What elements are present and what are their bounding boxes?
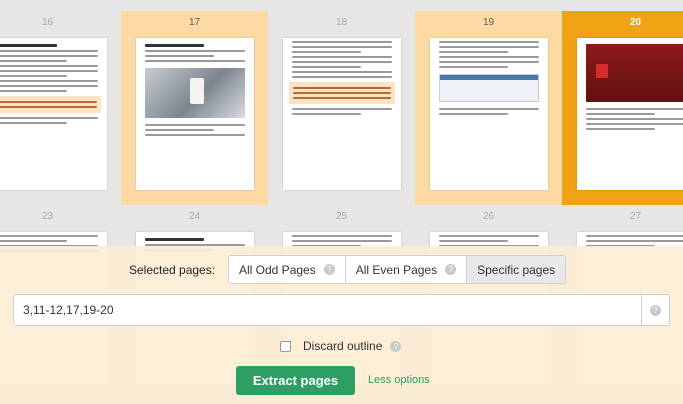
page-thumbnail-18[interactable]: 18: [268, 11, 415, 205]
page-number: 27: [629, 211, 642, 222]
page-number: 19: [482, 17, 495, 28]
screenshot-thumbnail: [439, 74, 539, 102]
all-even-pages-button[interactable]: All Even Pages ?: [344, 256, 466, 283]
discard-outline-option[interactable]: Discard outline ?: [280, 339, 402, 353]
page-number: 25: [335, 211, 348, 222]
help-icon[interactable]: ?: [445, 264, 457, 275]
screenshot-thumbnail: [586, 44, 683, 102]
page-preview: [577, 38, 683, 190]
page-number: 20: [629, 17, 642, 28]
help-icon[interactable]: ?: [323, 264, 335, 275]
selected-pages-label: Selected pages:: [129, 263, 216, 277]
page-thumbnail-17[interactable]: 17: [121, 11, 268, 205]
help-icon[interactable]: ?: [390, 340, 402, 352]
help-icon[interactable]: ?: [650, 304, 661, 316]
page-preview: [0, 38, 107, 190]
specific-pages-label: Specific pages: [477, 262, 556, 277]
page-range-input[interactable]: [14, 295, 641, 325]
page-thumbnail-20[interactable]: 20: [562, 11, 683, 205]
page-preview: [430, 38, 548, 190]
discard-outline-label: Discard outline: [303, 339, 383, 353]
photo-thumbnail: [145, 68, 245, 118]
page-number: 17: [188, 17, 201, 28]
page-preview: [136, 38, 254, 190]
specific-pages-button[interactable]: Specific pages: [466, 256, 566, 283]
extract-pages-button[interactable]: Extract pages: [236, 366, 355, 395]
page-thumbnail-19[interactable]: 19: [415, 11, 562, 205]
page-number: 16: [41, 17, 54, 28]
page-range-field: ?: [13, 294, 670, 326]
page-number: 18: [335, 17, 348, 28]
less-options-link[interactable]: Less options: [368, 374, 430, 386]
page-number: 26: [482, 211, 495, 222]
page-preview: [283, 38, 401, 190]
page-selection-mode: All Odd Pages ? All Even Pages ? Specifi…: [228, 255, 567, 284]
page-thumbnail-16[interactable]: 16: [0, 11, 121, 205]
page-number: 23: [41, 211, 54, 222]
all-odd-pages-button[interactable]: All Odd Pages ?: [229, 256, 345, 283]
all-even-pages-label: All Even Pages: [355, 262, 438, 277]
extract-options-panel: Selected pages: All Odd Pages ? All Even…: [0, 246, 683, 404]
discard-outline-checkbox[interactable]: [280, 340, 291, 352]
page-range-help[interactable]: ?: [641, 295, 669, 325]
page-number: 24: [188, 211, 201, 222]
all-odd-pages-label: All Odd Pages: [239, 262, 316, 277]
